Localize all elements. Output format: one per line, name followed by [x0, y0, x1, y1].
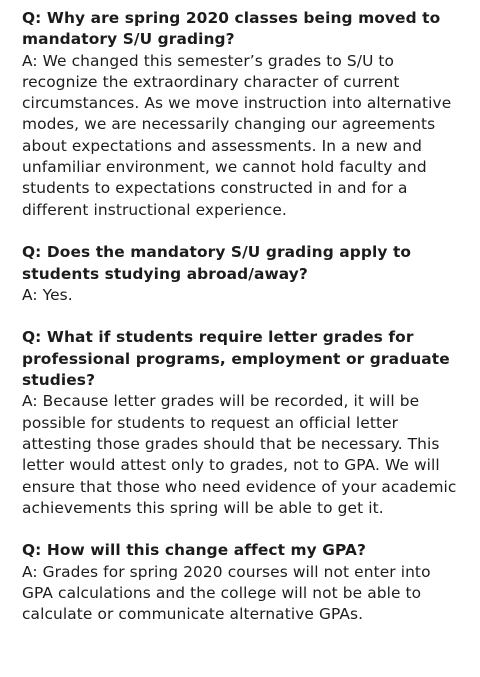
- faq-question: Q: How will this change affect my GPA?: [22, 541, 366, 560]
- faq-question: Q: What if students require letter grade…: [22, 328, 450, 390]
- faq-answer: A: Because letter grades will be recorde…: [22, 392, 457, 517]
- faq-question: Q: Does the mandatory S/U grading apply …: [22, 243, 412, 283]
- faq-list: Q: Why are spring 2020 classes being mov…: [22, 8, 458, 626]
- faq-answer: A: Yes.: [22, 285, 73, 304]
- faq-item-gpa-effect: Q: How will this change affect my GPA? A…: [22, 540, 458, 625]
- faq-answer: A: We changed this semester’s grades to …: [22, 51, 452, 219]
- faq-item-study-abroad: Q: Does the mandatory S/U grading apply …: [22, 242, 458, 306]
- faq-answer: A: Grades for spring 2020 courses will n…: [22, 562, 431, 624]
- faq-question: Q: Why are spring 2020 classes being mov…: [22, 9, 441, 49]
- faq-item-letter-grades: Q: What if students require letter grade…: [22, 327, 458, 519]
- faq-item-sud-grading-reason: Q: Why are spring 2020 classes being mov…: [22, 8, 458, 221]
